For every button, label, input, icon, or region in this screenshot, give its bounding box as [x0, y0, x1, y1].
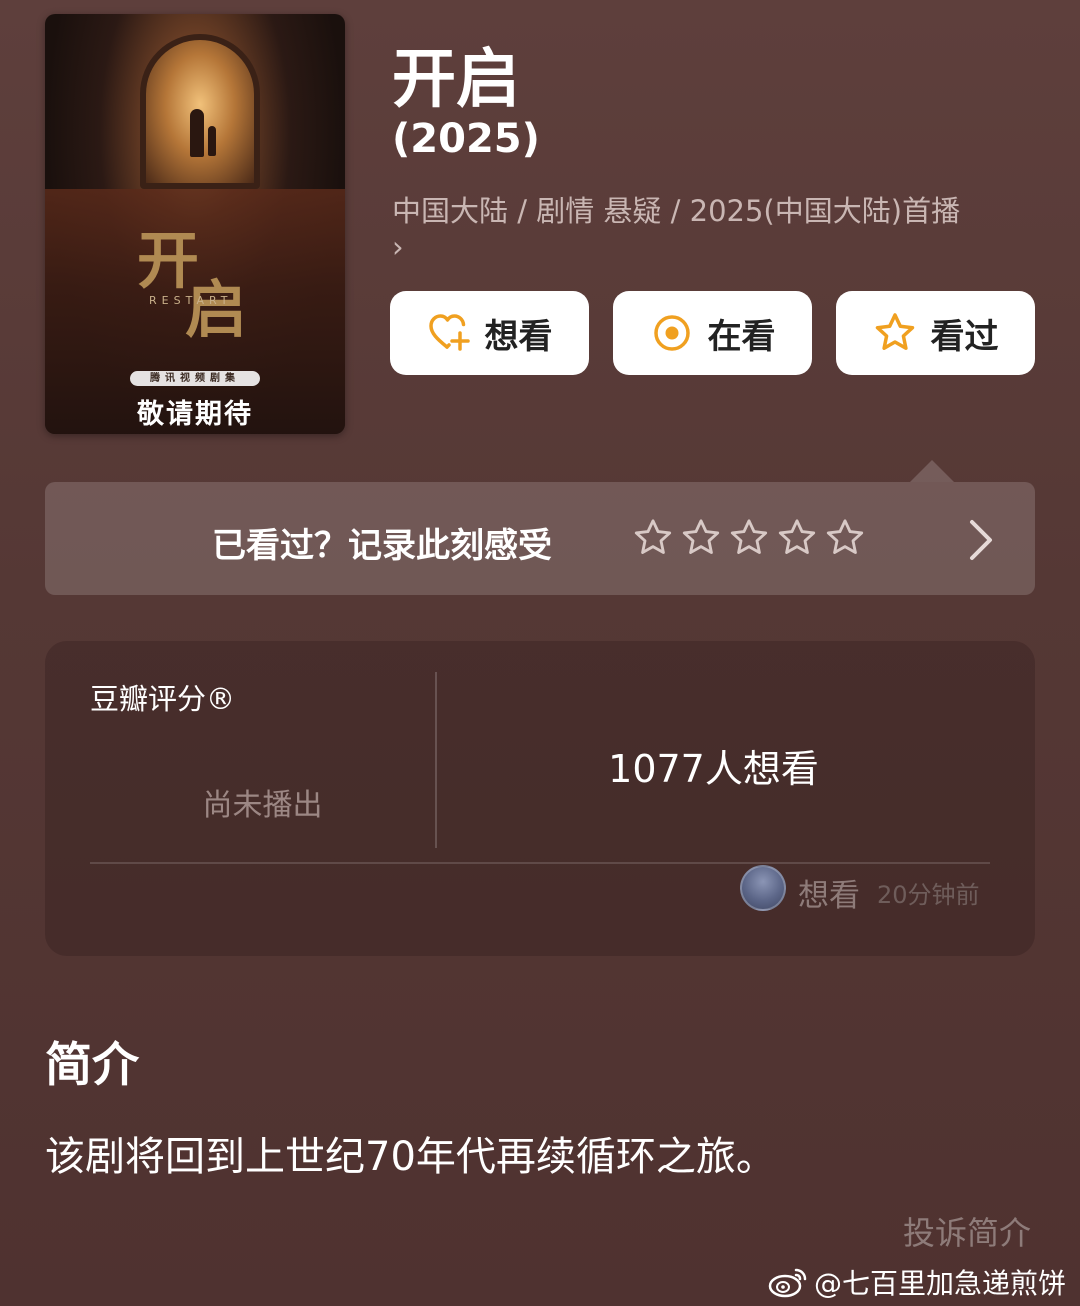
- page-title: 开启: [392, 43, 520, 117]
- star-outline-icon[interactable]: [776, 517, 818, 559]
- watched-label: 看过: [930, 316, 999, 357]
- poster-figure-small: [208, 126, 216, 156]
- douban-rating-label: 豆瓣评分®: [90, 682, 236, 716]
- synopsis-text: 该剧将回到上世纪70年代再续循环之旅。: [45, 1134, 776, 1180]
- rating-stars[interactable]: [632, 517, 866, 559]
- star-outline-icon[interactable]: [824, 517, 866, 559]
- meta-text: 中国大陆 / 剧情 悬疑 / 2025(中国大陆)首播: [392, 194, 961, 228]
- star-outline-icon[interactable]: [728, 517, 770, 559]
- release-year: (2025): [392, 116, 540, 162]
- meta-info[interactable]: 中国大陆 / 剧情 悬疑 / 2025(中国大陆)首播 ›: [392, 193, 1042, 265]
- watermark: @七百里加急递煎饼: [768, 1262, 1066, 1302]
- poster-figure: [190, 109, 204, 157]
- want-to-watch-button[interactable]: 想看: [390, 291, 589, 375]
- activity-action: 想看: [798, 878, 860, 914]
- chevron-right-icon[interactable]: ›: [392, 230, 404, 264]
- chevron-right-icon[interactable]: [962, 516, 998, 564]
- poster-tagline: 敬请期待: [137, 399, 253, 430]
- watched-button[interactable]: 看过: [836, 291, 1035, 375]
- activity-time: 20分钟前: [877, 881, 980, 909]
- poster-image[interactable]: 开 启 RESTART 腾讯视频剧集 敬请期待: [45, 14, 345, 434]
- rating-prompt-text: 已看过？记录此刻感受: [212, 526, 552, 566]
- target-icon: [653, 315, 690, 351]
- watermark-text: @七百里加急递煎饼: [814, 1267, 1067, 1300]
- report-synopsis-link[interactable]: 投诉简介: [903, 1208, 1031, 1254]
- star-outline-icon[interactable]: [680, 517, 722, 559]
- want-count[interactable]: 1077人想看: [437, 738, 990, 793]
- weibo-icon: [768, 1268, 807, 1298]
- watching-label: 在看: [707, 316, 776, 357]
- star-outline-icon[interactable]: [632, 517, 674, 559]
- synopsis-heading: 简介: [45, 1038, 139, 1093]
- want-to-watch-label: 想看: [484, 316, 553, 357]
- star-icon: [875, 313, 914, 350]
- poster-subtitle: RESTART: [149, 294, 233, 307]
- heart-plus-icon: [428, 314, 470, 351]
- poster-producer: 腾讯视频剧集: [130, 371, 260, 386]
- rating-status: 尚未播出: [202, 788, 323, 823]
- prompt-caret: [910, 460, 954, 482]
- card-divider-horizontal: [90, 862, 990, 864]
- avatar[interactable]: [740, 865, 786, 911]
- watching-button[interactable]: 在看: [613, 291, 812, 375]
